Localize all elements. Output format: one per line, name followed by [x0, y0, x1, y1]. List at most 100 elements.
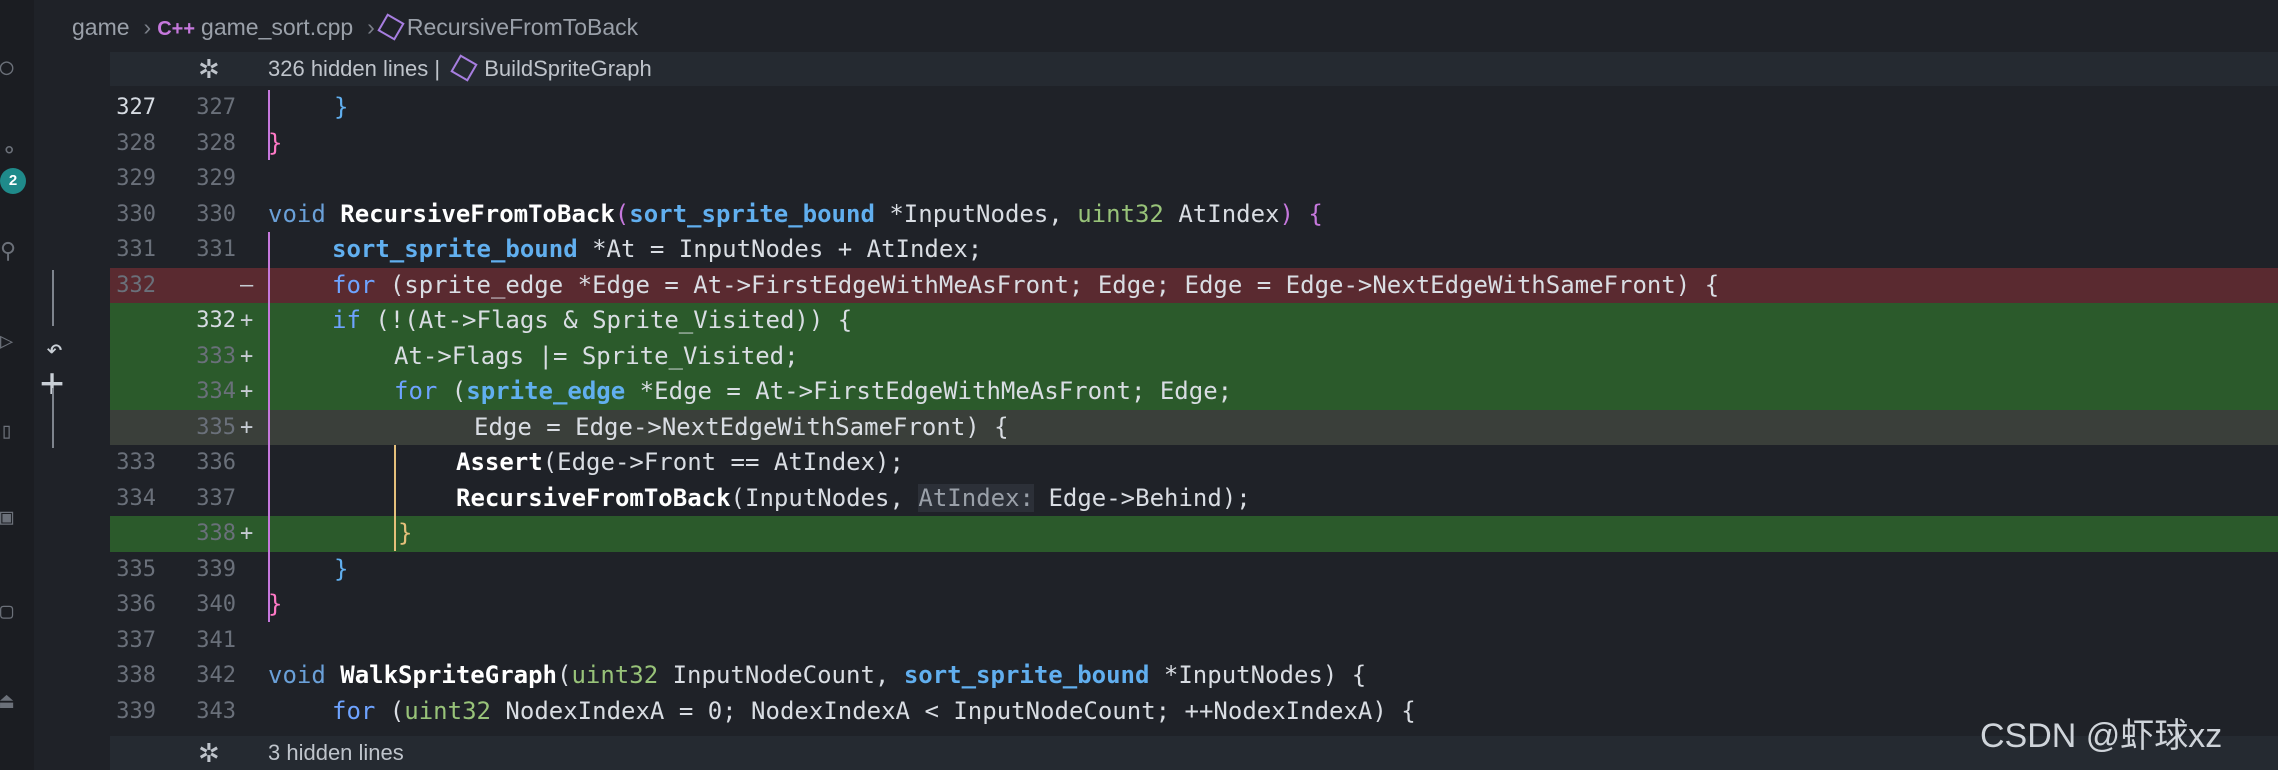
search-icon[interactable]: ◯: [0, 56, 24, 80]
hidden-lines-label: 3 hidden lines: [268, 740, 404, 765]
old-line-number: 332: [116, 272, 156, 298]
new-line-number: 332: [196, 308, 236, 333]
new-line-number: 342: [196, 663, 236, 688]
old-line-number: 327: [116, 95, 156, 120]
breadcrumb-folder[interactable]: game: [72, 14, 130, 40]
old-line-number: 338: [116, 663, 156, 688]
source-control-badge: 2: [0, 168, 26, 194]
new-line-number: 331: [196, 237, 236, 262]
old-line-number: 331: [116, 237, 156, 262]
old-line-number: 333: [116, 450, 156, 475]
code-text: for (sprite_edge *Edge = At->FirstEdgeWi…: [332, 270, 1720, 299]
source-control-icon[interactable]: ⚬: [0, 140, 24, 164]
code-line[interactable]: 329 329: [110, 161, 2278, 197]
code-line[interactable]: 336 340 }: [110, 587, 2278, 623]
code-line-deleted[interactable]: 332 — for (sprite_edge *Edge = At->First…: [110, 267, 2278, 303]
code-text: void RecursiveFromToBack(sort_sprite_bou…: [268, 199, 1323, 228]
code-text: At->Flags |= Sprite_Visited;: [394, 341, 799, 370]
old-line-number: 336: [116, 592, 156, 617]
unfold-icon[interactable]: ✲: [198, 52, 220, 86]
diff-sign: +: [240, 414, 254, 440]
code-text: for (sprite_edge *Edge = At->FirstEdgeWi…: [394, 377, 1233, 405]
code-text: void WalkSpriteGraph(uint32 InputNodeCou…: [268, 661, 1367, 689]
new-line-number: 336: [196, 450, 236, 475]
symbol-method-icon: [377, 13, 405, 41]
unfold-icon[interactable]: ✲: [198, 736, 220, 770]
old-line-number: 337: [116, 627, 156, 653]
diff-sign: +: [240, 308, 254, 333]
new-line-number: 338: [196, 521, 236, 546]
code-text: }: [268, 590, 283, 618]
hidden-lines-label: 326 hidden lines |: [268, 56, 441, 81]
code-line[interactable]: 338 342 void WalkSpriteGraph(uint32 Inpu…: [110, 658, 2278, 694]
cpp-file-icon: C++: [157, 18, 196, 40]
old-line-number: 334: [116, 485, 156, 511]
code-line-added[interactable]: 335 + Edge = Edge->NextEdgeWithSameFront…: [110, 409, 2278, 445]
code-line[interactable]: 328 328 }: [110, 126, 2278, 162]
chevron-right-icon: ›: [143, 14, 152, 40]
symbol-method-icon: [450, 54, 478, 82]
diff-sign: —: [240, 272, 254, 298]
code-line[interactable]: 335 339 }: [110, 552, 2278, 588]
code-line-added[interactable]: 332 + if (!(At->Flags & Sprite_Visited))…: [110, 303, 2278, 339]
new-line-number: 329: [196, 166, 236, 191]
new-line-number: 327: [196, 95, 236, 120]
new-line-number: 341: [196, 627, 236, 653]
extensions-icon[interactable]: ▣: [0, 506, 24, 530]
old-line-number: 335: [116, 556, 156, 582]
gutter-divider: [52, 388, 54, 448]
code-line[interactable]: 334 337 RecursiveFromToBack(InputNodes, …: [110, 481, 2278, 517]
indent-guide: [394, 445, 396, 551]
gutter-divider: [52, 270, 54, 326]
bookmark-icon[interactable]: ▯: [0, 420, 24, 444]
breadcrumb: game › C++ game_sort.cpp › RecursiveFromToBac…: [72, 0, 644, 54]
code-text: sort_sprite_bound *At = InputNodes + AtI…: [332, 235, 983, 263]
code-text: }: [334, 93, 349, 121]
code-text: Assert(Edge->Front == AtIndex);: [456, 448, 904, 476]
indent-guide: [268, 90, 270, 160]
new-line-number: 328: [196, 130, 236, 156]
old-line-number: 328: [116, 130, 156, 156]
testing-icon[interactable]: ⏏: [0, 690, 24, 714]
new-line-number: 340: [196, 592, 236, 617]
diff-sign: +: [240, 521, 254, 546]
code-text: }: [334, 554, 349, 583]
code-line[interactable]: 331 331 sort_sprite_bound *At = InputNod…: [110, 232, 2278, 268]
git-graph-icon[interactable]: ⚲: [0, 240, 24, 264]
code-line-added[interactable]: 333 + At->Flags |= Sprite_Visited;: [110, 338, 2278, 374]
activity-bar: ◯ ⚬ 2 ⚲ ▷ ▯ ▣ ▢ ⏏: [0, 0, 34, 770]
code-line-added[interactable]: 334 + for (sprite_edge *Edge = At->First…: [110, 374, 2278, 410]
new-line-number: 343: [196, 698, 236, 724]
diff-sign: +: [240, 343, 254, 369]
code-line-added[interactable]: 338 + }: [110, 516, 2278, 552]
diff-sign: +: [240, 379, 254, 404]
new-line-number: 335: [196, 414, 236, 440]
breadcrumb-symbol[interactable]: RecursiveFromToBack: [407, 14, 638, 40]
new-line-number: 339: [196, 556, 236, 582]
old-line-number: 339: [116, 698, 156, 724]
new-line-number: 334: [196, 379, 236, 404]
remote-explorer-icon[interactable]: ▢: [0, 600, 24, 624]
code-line[interactable]: 330 330 void RecursiveFromToBack(sort_sp…: [110, 197, 2278, 233]
inlay-hint: AtIndex:: [918, 483, 1034, 512]
code-text: }: [268, 128, 283, 157]
breadcrumb-file[interactable]: game_sort.cpp: [201, 14, 353, 40]
code-line[interactable]: 339 343 for (uint32 NodexIndexA = 0; Nod…: [110, 694, 2278, 730]
code-text: for (uint32 NodexIndexA = 0; NodexIndexA…: [332, 696, 1416, 725]
code-line[interactable]: 327 327 }: [110, 90, 2278, 126]
code-text: Edge = Edge->NextEdgeWithSameFront) {: [474, 412, 1009, 441]
chevron-right-icon: ›: [367, 14, 375, 40]
code-text: }: [398, 519, 413, 547]
new-line-number: 333: [196, 343, 236, 369]
code-line[interactable]: 337 341: [110, 623, 2278, 659]
hidden-lines-fold-bottom[interactable]: ✲ 3 hidden lines: [110, 736, 2278, 770]
hidden-lines-fold-top[interactable]: ✲ 326 hidden lines | BuildSpriteGraph: [110, 52, 2278, 86]
new-line-number: 330: [196, 201, 236, 227]
code-text: if (!(At->Flags & Sprite_Visited)) {: [332, 306, 853, 334]
old-line-number: 329: [116, 166, 156, 191]
indent-guide: [268, 232, 270, 622]
code-line[interactable]: 333 336 Assert(Edge->Front == AtIndex);: [110, 445, 2278, 481]
new-line-number: 337: [196, 485, 236, 511]
code-text: RecursiveFromToBack(InputNodes, AtIndex:…: [456, 483, 1251, 512]
run-debug-icon[interactable]: ▷: [0, 330, 24, 354]
